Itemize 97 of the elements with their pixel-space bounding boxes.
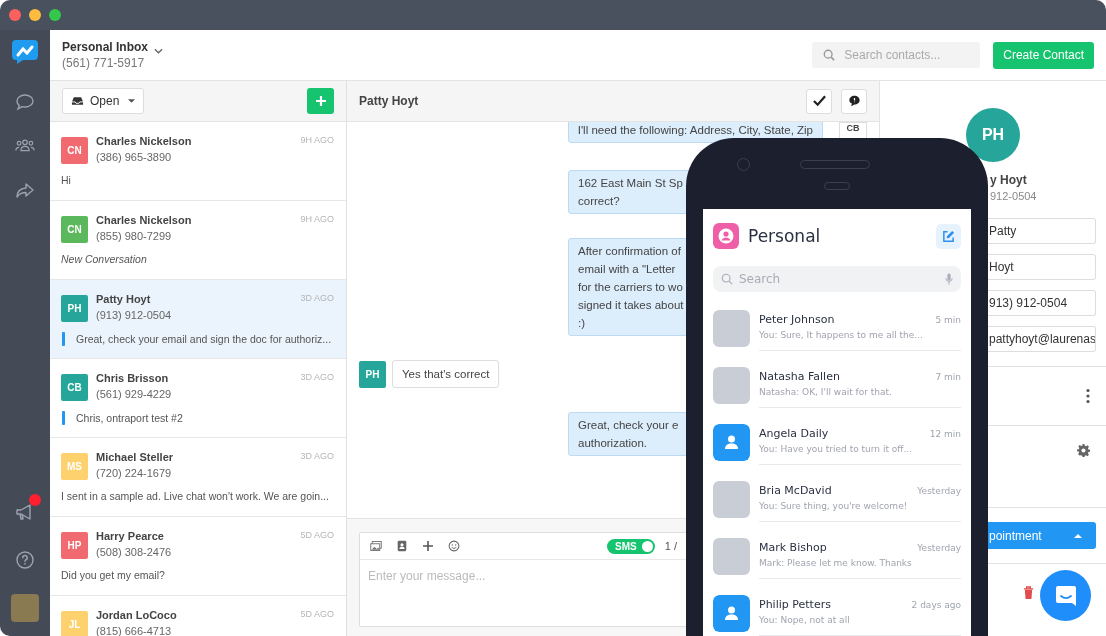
message-time: 7 min bbox=[935, 372, 961, 382]
message-composer[interactable]: SMS 1 / Enter your message... bbox=[359, 532, 688, 627]
image-icon[interactable] bbox=[370, 540, 382, 552]
message-time: 2 days ago bbox=[911, 600, 961, 610]
contact-avatar: PH bbox=[359, 360, 386, 388]
maximize-window-button[interactable] bbox=[49, 9, 61, 21]
new-conversation-button[interactable] bbox=[307, 88, 334, 114]
contact-name: Chris Brisson bbox=[96, 372, 170, 384]
contact-avatar: CN bbox=[61, 216, 88, 243]
chat-icon[interactable] bbox=[15, 92, 35, 112]
conversation-time: 3D AGO bbox=[300, 293, 334, 303]
settings-icon[interactable] bbox=[1077, 444, 1090, 457]
inbox-phone: (561) 771-5917 bbox=[62, 56, 146, 70]
contact-name: Jordan LoCoco bbox=[96, 609, 178, 621]
message-preview: Chris, ontraport test #2 bbox=[76, 412, 183, 424]
contact-field[interactable]: 913) 912-0504 bbox=[988, 290, 1096, 316]
conversation-time: 5D AGO bbox=[300, 609, 334, 619]
contact-phone: (913) 912-0504 bbox=[96, 309, 173, 321]
chat-bubble-icon bbox=[1053, 583, 1078, 608]
contact-phone: (561) 929-4229 bbox=[96, 388, 173, 400]
conversation-title: Patty Hoyt bbox=[359, 94, 419, 108]
microphone-icon[interactable] bbox=[945, 273, 953, 285]
contact-name: Charles Nickelson bbox=[96, 135, 193, 147]
contact-avatar: CN bbox=[61, 137, 88, 164]
contact-name: Philip Petters bbox=[759, 598, 831, 611]
contact-avatar: PH bbox=[61, 295, 88, 322]
status-filter-dropdown[interactable]: Open bbox=[62, 88, 145, 114]
conversation-time: 9H AGO bbox=[300, 214, 334, 224]
message-preview: I sent in a sample ad. Live chat won't work. We are goin... bbox=[61, 490, 330, 502]
message-time: Yesterday bbox=[917, 486, 961, 496]
inbox-tray-icon bbox=[71, 96, 84, 106]
contact-avatar: CB bbox=[61, 374, 88, 401]
app-logo-icon[interactable] bbox=[12, 40, 38, 64]
message-time: 5 min bbox=[935, 315, 961, 325]
contact-card-icon[interactable] bbox=[396, 540, 408, 552]
note-button[interactable] bbox=[841, 88, 867, 114]
message-preview: New Conversation bbox=[61, 253, 148, 265]
message-preview: Did you get my email? bbox=[61, 569, 166, 581]
trash-icon[interactable] bbox=[1023, 585, 1034, 599]
close-window-button[interactable] bbox=[9, 9, 21, 21]
inbox-name[interactable]: Personal Inbox bbox=[62, 40, 149, 54]
contact-phone: 912-0504 bbox=[990, 190, 1038, 202]
help-icon[interactable] bbox=[15, 550, 35, 570]
contact-name: Michael Steller bbox=[96, 451, 175, 463]
plus-icon bbox=[314, 95, 327, 107]
contact-name: Harry Pearce bbox=[96, 530, 165, 542]
contact-name: Mark Bishop bbox=[759, 541, 827, 554]
checkmark-icon bbox=[812, 95, 826, 107]
conversation-time: 9H AGO bbox=[300, 135, 334, 145]
message-preview: Mark: Please let me know. Thanks bbox=[759, 558, 913, 568]
chevron-down-icon[interactable] bbox=[154, 48, 164, 54]
contact-name: Patty Hoyt bbox=[96, 293, 152, 305]
character-counter: 1 / bbox=[664, 540, 677, 552]
emoji-icon[interactable] bbox=[448, 540, 460, 552]
message-preview: Hi bbox=[61, 174, 72, 186]
more-options-icon[interactable] bbox=[1086, 388, 1090, 404]
message-preview: Great, check your email and sign the doc for authoriz... bbox=[76, 333, 332, 345]
contact-phone: (508) 308-2476 bbox=[96, 546, 173, 558]
contact-field[interactable]: Hoyt bbox=[988, 254, 1096, 280]
contact-phone: (386) 965-3890 bbox=[96, 151, 173, 163]
caret-down-icon bbox=[128, 99, 136, 103]
search-icon bbox=[721, 273, 733, 285]
contact-field[interactable]: Patty bbox=[988, 218, 1096, 244]
conversation-time: 3D AGO bbox=[300, 372, 334, 382]
person-icon bbox=[713, 223, 739, 249]
message-preview: Natasha: OK, I'll wait for that. bbox=[759, 387, 893, 397]
contact-phone: (720) 224-1679 bbox=[96, 467, 173, 479]
edit-icon bbox=[942, 229, 955, 243]
message-time: 12 min bbox=[929, 429, 961, 439]
conversation-time: 3D AGO bbox=[300, 451, 334, 461]
search-field[interactable]: Search bbox=[713, 266, 961, 292]
contact-avatar: MS bbox=[61, 453, 88, 480]
conversation-item[interactable]: PH Patty Hoyt (913) 912-0504 3D AGO Great, check your email and sign the doc for authoriz... bbox=[50, 280, 346, 359]
received-message: Yes that's correct bbox=[392, 360, 500, 388]
search-icon bbox=[823, 49, 836, 61]
contact-field[interactable]: pattyhoyt@laurenas bbox=[988, 326, 1096, 352]
chat-launcher-button[interactable] bbox=[1040, 570, 1091, 621]
contact-name: Bria McDavid bbox=[759, 484, 832, 497]
message-preview: You: Nope, not at all bbox=[759, 615, 851, 625]
contact-phone: (855) 980-7299 bbox=[96, 230, 173, 242]
share-icon[interactable] bbox=[15, 180, 35, 200]
message-time: Yesterday bbox=[917, 543, 961, 553]
contact-name: Charles Nickelson bbox=[96, 214, 193, 226]
search-contacts-field[interactable]: Search contacts... bbox=[812, 42, 981, 68]
contact-avatar: JL bbox=[61, 611, 88, 636]
contact-avatar: HP bbox=[61, 532, 88, 559]
minimize-window-button[interactable] bbox=[29, 9, 41, 21]
conversation-time: 5D AGO bbox=[300, 530, 334, 540]
contact-name: Natasha Fallen bbox=[759, 370, 840, 383]
resolve-button[interactable] bbox=[806, 88, 832, 114]
comment-icon bbox=[847, 95, 861, 107]
contact-name: y Hoyt bbox=[990, 173, 1028, 187]
contact-avatar: PH bbox=[966, 108, 1020, 162]
plus-icon[interactable] bbox=[422, 540, 434, 552]
caret-up-icon bbox=[1074, 533, 1082, 538]
message-preview: You: Sure thing, you're welcome! bbox=[759, 501, 909, 511]
compose-button[interactable] bbox=[936, 223, 961, 249]
